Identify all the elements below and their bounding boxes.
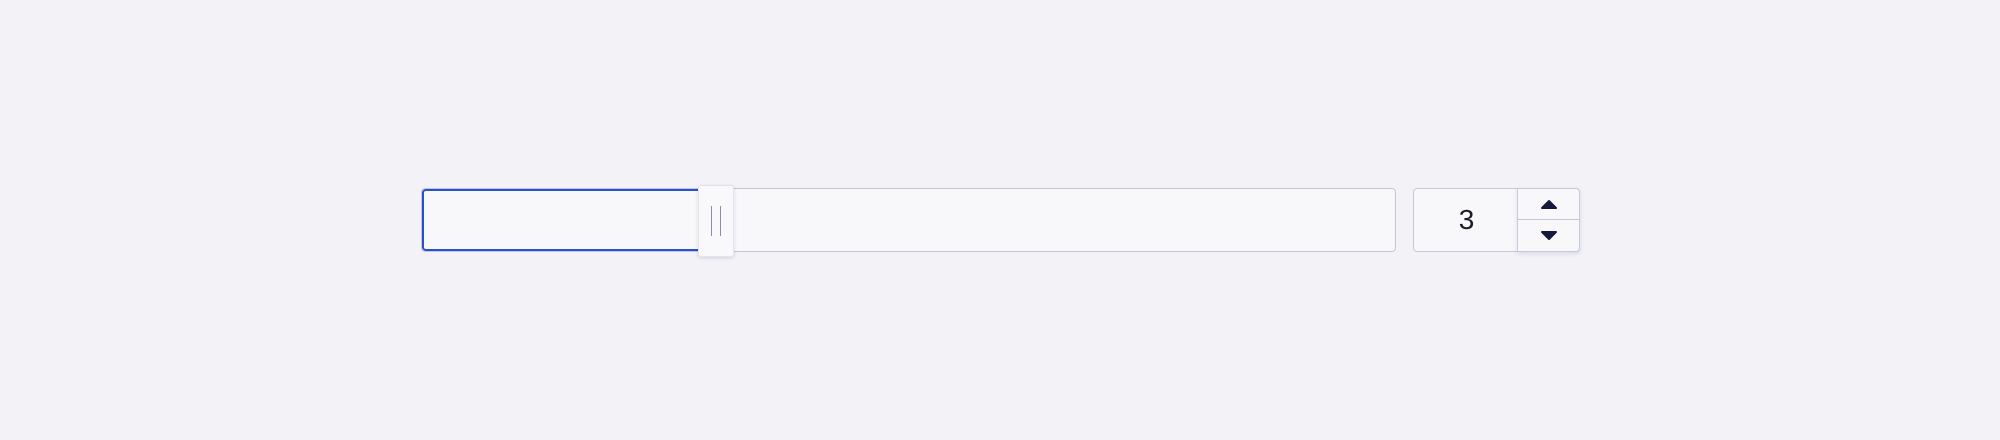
increment-button[interactable] [1517, 188, 1580, 220]
caret-down-icon [1540, 230, 1557, 240]
decrement-button[interactable] [1517, 220, 1580, 252]
number-stepper: 3 [1413, 188, 1580, 252]
slider-fill [422, 189, 701, 251]
grip-line-icon [720, 206, 721, 236]
stepper-value-input[interactable]: 3 [1413, 188, 1519, 252]
slider-track[interactable] [421, 185, 1396, 257]
range-control: 3 [421, 185, 1580, 257]
grip-line-icon [711, 206, 712, 236]
caret-up-icon [1540, 200, 1557, 209]
slider-thumb[interactable] [698, 185, 734, 257]
